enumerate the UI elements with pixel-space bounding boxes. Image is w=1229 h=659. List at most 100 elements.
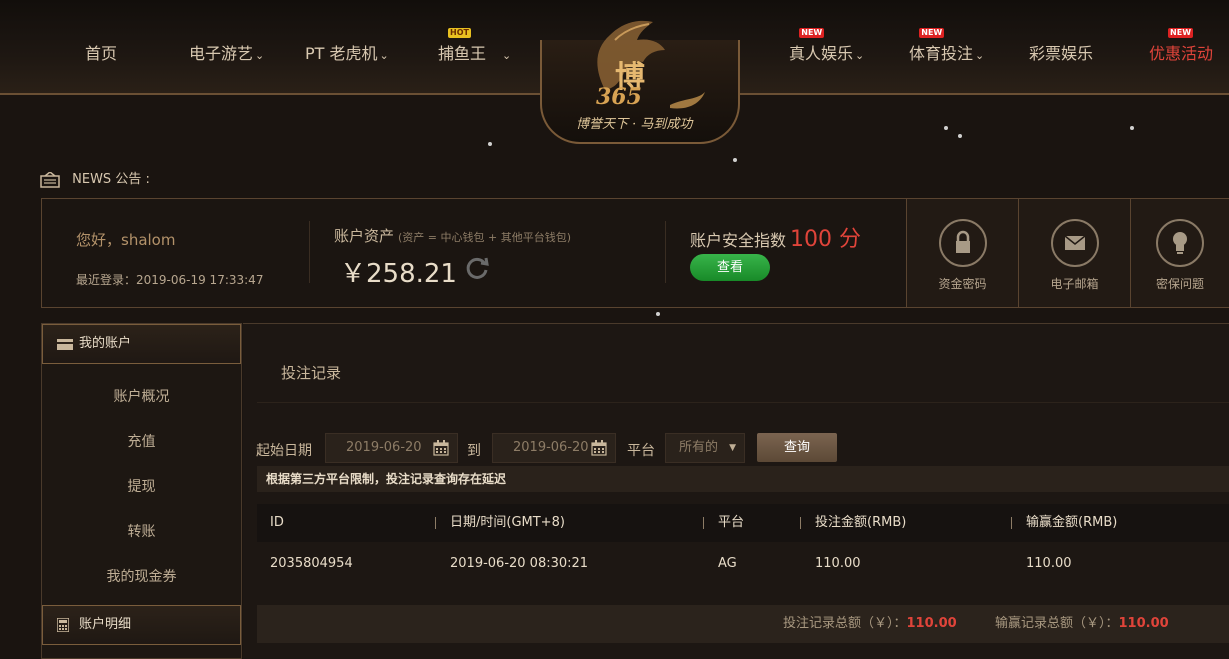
nav-lottery[interactable]: 彩票娱乐 <box>1029 40 1093 64</box>
news-label: NEWS 公告 : <box>72 172 150 187</box>
win-total-value: 110.00 <box>1118 616 1169 631</box>
end-date-input[interactable]: 2019-06-20 <box>492 433 616 463</box>
quick-link-label: 密保问题 <box>1155 277 1204 291</box>
win-total-label: 输赢记录总额（￥）： <box>995 616 1119 631</box>
bet-total-value: 110.00 <box>906 616 957 631</box>
start-date-value: 2019-06-20 <box>346 440 422 455</box>
cell-win-amount: 110.00 <box>1026 556 1072 571</box>
chevron-down-icon: ⌄ <box>502 49 512 62</box>
refresh-icon[interactable] <box>464 255 490 281</box>
sidebar-section-my-account[interactable]: 我的账户 <box>42 324 241 364</box>
sidebar-item-vouchers[interactable]: 我的现金券 <box>42 566 241 586</box>
cell-platform: AG <box>718 556 737 571</box>
new-badge: NEW <box>799 28 825 38</box>
greeting-text: 您好，shalom <box>76 231 176 249</box>
delay-notice: 根据第三方平台限制，投注记录查询存在延迟 <box>257 466 1229 492</box>
cell-bet-amount: 110.00 <box>815 556 861 571</box>
decor-star <box>1130 126 1134 130</box>
quick-link-security-question[interactable]: 密保问题 <box>1130 199 1229 307</box>
calendar-icon[interactable] <box>433 440 449 456</box>
platform-select-value: 所有的 <box>679 440 719 455</box>
cell-datetime: 2019-06-20 08:30:21 <box>450 556 589 571</box>
security-label: 账户安全指数 <box>690 231 787 250</box>
query-button[interactable]: 查询 <box>757 433 837 462</box>
nav-home[interactable]: 首页 <box>85 40 117 64</box>
table-row[interactable]: 2035804954 2019-06-20 08:30:21 AG 110.00… <box>257 545 1229 583</box>
sidebar-item-withdraw[interactable]: 提现 <box>42 476 241 496</box>
sidebar-section-label: 账户明细 <box>79 617 132 632</box>
divider <box>665 221 666 283</box>
column-separator <box>435 517 436 529</box>
hot-badge: HOT <box>448 28 471 38</box>
sidebar-section-account-details[interactable]: 账户明细 <box>42 605 241 645</box>
nav-promotions[interactable]: NEW 优惠活动 <box>1149 28 1214 64</box>
assets-label: 账户资产 (资产 = 中心钱包 + 其他平台钱包) <box>334 225 571 246</box>
nav-sports[interactable]: NEW 体育投注 ⌄ <box>909 28 985 64</box>
decor-star <box>488 142 492 146</box>
quick-link-fund-password[interactable]: 资金密码 <box>906 199 1018 307</box>
divider <box>257 402 1229 403</box>
sidebar-item-transfer[interactable]: 转账 <box>42 521 241 541</box>
sidebar-section-label: 我的账户 <box>79 336 132 351</box>
sidebar-item-deposit[interactable]: 充值 <box>42 431 241 451</box>
end-date-value: 2019-06-20 <box>513 440 589 455</box>
chevron-down-icon: ⌄ <box>255 49 265 62</box>
platform-select[interactable]: 所有的 ▼ <box>665 433 745 463</box>
quick-link-email[interactable]: 电子邮箱 <box>1018 199 1130 307</box>
account-summary-panel: 您好，shalom 最近登录：2019-06-19 17:33:47 账户资产(… <box>41 198 1229 308</box>
decor-star <box>733 158 737 162</box>
cell-id: 2035804954 <box>270 556 353 571</box>
logo-slogan: 博誉天下 · 马到成功 <box>576 117 693 132</box>
nav-egames[interactable]: 电子游艺 ⌄ <box>189 40 264 64</box>
column-header: 投注金额(RMB) <box>815 515 907 530</box>
view-security-button[interactable]: 查看 <box>690 254 770 281</box>
nav-pt-slots-label: PT 老虎机 <box>305 44 378 63</box>
balance-amount: ￥258.21 <box>340 259 457 289</box>
nav-live-casino-label: 真人娱乐 <box>789 44 854 63</box>
logo-brand-number: 365 <box>596 84 642 110</box>
news-ticker: NEWS 公告 : <box>40 168 150 188</box>
nav-promotions-label: 优惠活动 <box>1149 44 1214 63</box>
megaphone-icon <box>40 171 60 188</box>
decor-star <box>944 126 948 130</box>
quick-link-label: 电子邮箱 <box>1050 277 1099 291</box>
bet-total-label: 投注记录总额（￥）： <box>783 616 907 631</box>
column-separator <box>1011 517 1012 529</box>
quick-link-label: 资金密码 <box>938 277 987 291</box>
nav-pt-slots[interactable]: PT 老虎机 ⌄ <box>305 40 389 64</box>
card-icon <box>57 339 73 350</box>
decor-star <box>656 312 660 316</box>
sidebar-item-overview[interactable]: 账户概况 <box>42 386 241 406</box>
nav-lottery-label: 彩票娱乐 <box>1029 44 1094 63</box>
nav-fishing-label: 捕鱼王 <box>438 44 487 63</box>
chevron-down-icon: ⌄ <box>975 49 985 62</box>
security-index: 账户安全指数 100 分 <box>690 221 861 253</box>
dropdown-arrow-icon: ▼ <box>729 443 736 453</box>
assets-note: (资产 = 中心钱包 + 其他平台钱包) <box>398 231 572 244</box>
start-date-input[interactable]: 2019-06-20 <box>325 433 458 463</box>
to-label: 到 <box>467 443 481 459</box>
nav-fishing[interactable]: HOT 捕鱼王 ⌄ <box>438 28 512 64</box>
new-badge: NEW <box>919 28 945 38</box>
lightbulb-icon <box>1156 219 1204 267</box>
page-title: 投注记录 <box>281 364 342 382</box>
account-sidebar: 我的账户 账户概况 充值 提现 转账 我的现金券 账户明细 <box>41 323 242 659</box>
nav-egames-label: 电子游艺 <box>189 44 254 63</box>
nav-live-casino[interactable]: NEW 真人娱乐 ⌄ <box>789 28 864 64</box>
column-header: 日期/时间(GMT+8) <box>450 515 565 530</box>
lock-icon <box>938 219 987 267</box>
envelope-icon <box>1050 219 1099 267</box>
bet-total: 投注记录总额（￥）：110.00 <box>783 605 957 643</box>
column-separator <box>800 517 801 529</box>
column-header: 输赢金额(RMB) <box>1026 515 1118 530</box>
bet-records-panel: 投注记录 起始日期 2019-06-20 到 2019-06-20 平台 所有的… <box>243 323 1229 659</box>
chevron-down-icon: ⌄ <box>379 49 389 62</box>
column-header: 平台 <box>718 515 745 530</box>
column-separator <box>703 517 704 529</box>
divider <box>309 221 310 283</box>
decor-star <box>958 134 962 138</box>
nav-sports-label: 体育投注 <box>909 44 974 63</box>
table-header: ID 日期/时间(GMT+8) 平台 投注金额(RMB) 输赢金额(RMB) <box>257 504 1229 542</box>
platform-label: 平台 <box>627 443 655 459</box>
calendar-icon[interactable] <box>591 440 607 456</box>
